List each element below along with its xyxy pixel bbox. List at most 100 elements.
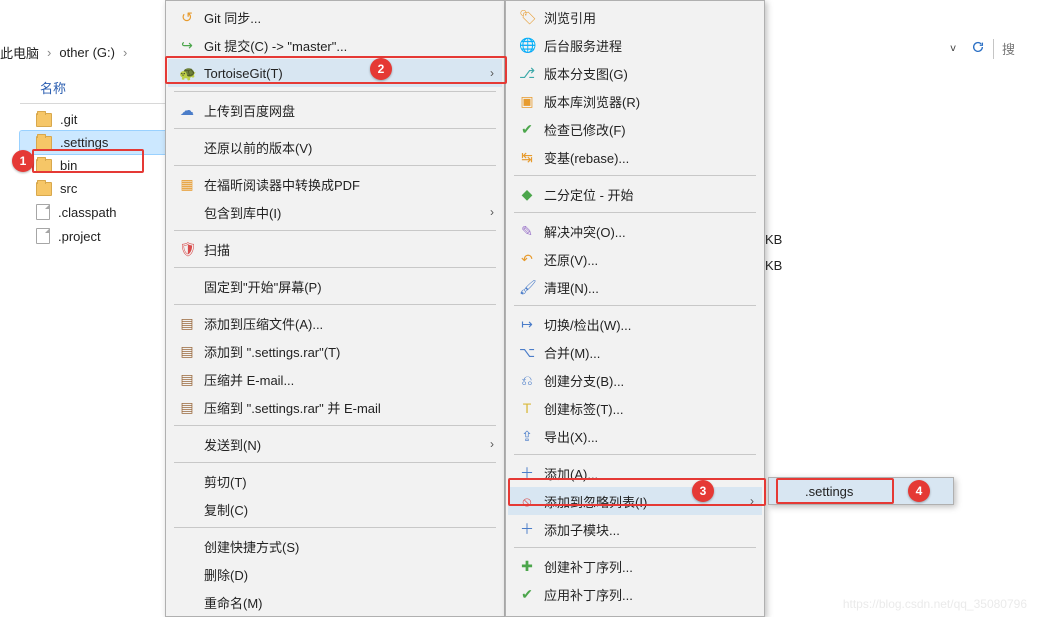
archive-icon: ▤ [176, 371, 198, 387]
menu-separator [174, 462, 496, 463]
list-item[interactable]: .project [20, 224, 170, 248]
menu-label: 切换/检出(W)... [538, 315, 734, 334]
menu-label: 扫描 [198, 240, 474, 259]
list-item[interactable]: bin [20, 154, 170, 177]
list-item[interactable]: src [20, 177, 170, 200]
menu-item-daemon[interactable]: 🌐 后台服务进程 [508, 31, 762, 59]
menu-item-pin-start[interactable]: 固定到"开始"屏幕(P) [168, 272, 502, 300]
menu-item-revision-graph[interactable]: ⎇ 版本分支图(G) [508, 59, 762, 87]
menu-label: 应用补丁序列... [538, 585, 734, 604]
pdf-icon: ▦ [176, 176, 198, 192]
menu-item-delete[interactable]: 删除(D) [168, 560, 502, 588]
chevron-right-icon: › [490, 66, 494, 80]
menu-item-foxit-pdf[interactable]: ▦ 在福昕阅读器中转换成PDF [168, 170, 502, 198]
merge-icon: ⌥ [516, 344, 538, 360]
menu-label: 添加到压缩文件(A)... [198, 314, 474, 333]
tortoisegit-submenu: 🏷 浏览引用 🌐 后台服务进程 ⎇ 版本分支图(G) ▣ 版本库浏览器(R) ✔… [505, 0, 765, 617]
menu-item-include-library[interactable]: 包含到库中(I) › [168, 198, 502, 226]
export-icon: ⇪ [516, 428, 538, 444]
menu-item-create-patch[interactable]: ✚ 创建补丁序列... [508, 552, 762, 580]
context-menu: ↺ Git 同步... ↪ Git 提交(C) -> "master"... 🐢… [165, 0, 505, 617]
menu-item-send-to[interactable]: 发送到(N) › [168, 430, 502, 458]
column-header-name[interactable]: 名称 [20, 72, 170, 103]
breadcrumb-item-drive[interactable]: other (G:) [59, 45, 115, 60]
menu-item-git-commit[interactable]: ↪ Git 提交(C) -> "master"... [168, 31, 502, 59]
menu-label: 清理(N)... [538, 278, 734, 297]
menu-item-bisect[interactable]: ◆ 二分定位 - 开始 [508, 180, 762, 208]
menu-item-tag[interactable]: T 创建标签(T)... [508, 394, 762, 422]
menu-label: 剪切(T) [198, 472, 474, 491]
menu-separator [514, 454, 756, 455]
folder-icon [36, 136, 52, 150]
list-item[interactable]: .git [20, 108, 170, 131]
ignore-icon: ⦸ [516, 493, 538, 509]
menu-item-resolve[interactable]: ✎ 解决冲突(O)... [508, 217, 762, 245]
chevron-right-icon: › [490, 437, 494, 451]
menu-item-merge[interactable]: ⌥ 合并(M)... [508, 338, 762, 366]
menu-item-repo-browser[interactable]: ▣ 版本库浏览器(R) [508, 87, 762, 115]
menu-separator [174, 425, 496, 426]
check-icon: ✔ [516, 121, 538, 137]
menu-item-browse-ref[interactable]: 🏷 浏览引用 [508, 3, 762, 31]
list-item-settings[interactable]: .settings [20, 131, 170, 154]
size-cell: KB [765, 232, 782, 247]
toolbar-divider [993, 39, 994, 59]
tag-icon: T [516, 400, 538, 416]
list-item[interactable]: .classpath [20, 200, 170, 224]
file-name: .project [58, 229, 101, 244]
file-name: bin [60, 158, 77, 173]
menu-label: Git 提交(C) -> "master"... [198, 36, 474, 55]
menu-item-cleanup[interactable]: 🖌 清理(N)... [508, 273, 762, 301]
menu-label: 固定到"开始"屏幕(P) [198, 277, 474, 296]
menu-item-copy[interactable]: 复制(C) [168, 495, 502, 523]
callout-badge-3: 3 [692, 480, 714, 502]
menu-item-check-mods[interactable]: ✔ 检查已修改(F) [508, 115, 762, 143]
panel-divider [20, 103, 170, 104]
menu-label: 创建快捷方式(S) [198, 537, 474, 556]
menu-label: 重命名(M) [198, 593, 474, 612]
menu-label: .settings [799, 484, 925, 499]
breadcrumb-item-thispc[interactable]: 此电脑 [0, 43, 39, 62]
menu-item-rar-add[interactable]: ▤ 添加到压缩文件(A)... [168, 309, 502, 337]
menu-item-rar-email[interactable]: ▤ 压缩并 E-mail... [168, 365, 502, 393]
menu-item-add-ignore[interactable]: ⦸ 添加到忽略列表(I) › [508, 487, 762, 515]
menu-label: 还原(V)... [538, 250, 734, 269]
menu-item-cut[interactable]: 剪切(T) [168, 467, 502, 495]
menu-label: 发送到(N) [198, 435, 474, 454]
menu-item-export[interactable]: ⇪ 导出(X)... [508, 422, 762, 450]
menu-item-add[interactable]: ＋ 添加(A)... [508, 459, 762, 487]
menu-item-branch[interactable]: ⎌ 创建分支(B)... [508, 366, 762, 394]
plus-icon: ＋ [516, 465, 538, 481]
menu-separator [174, 128, 496, 129]
menu-separator [174, 165, 496, 166]
menu-item-rar-named-email[interactable]: ▤ 压缩到 ".settings.rar" 并 E-mail [168, 393, 502, 421]
menu-label: 解决冲突(O)... [538, 222, 734, 241]
globe-icon: 🌐 [516, 37, 538, 53]
menu-label: 导出(X)... [538, 427, 734, 446]
menu-item-revert[interactable]: ↶ 还原(V)... [508, 245, 762, 273]
refresh-icon[interactable] [971, 40, 985, 57]
search-input[interactable]: 搜 [1002, 39, 1015, 58]
git-commit-icon: ↪ [176, 37, 198, 53]
menu-item-scan[interactable]: 🛡 扫描 [168, 235, 502, 263]
menu-label: 后台服务进程 [538, 36, 734, 55]
menu-item-submodule[interactable]: ＋ 添加子模块... [508, 515, 762, 543]
menu-separator [174, 527, 496, 528]
menu-item-rename[interactable]: 重命名(M) [168, 588, 502, 616]
watermark: https://blog.csdn.net/qq_35080796 [843, 597, 1027, 611]
archive-icon: ▤ [176, 343, 198, 359]
menu-item-tortoisegit[interactable]: 🐢 TortoiseGit(T) › [168, 59, 502, 87]
menu-item-restore-versions[interactable]: 还原以前的版本(V) [168, 133, 502, 161]
revert-icon: ↶ [516, 251, 538, 267]
chevron-down-icon[interactable]: ⅴ [943, 38, 963, 59]
menu-item-create-shortcut[interactable]: 创建快捷方式(S) [168, 532, 502, 560]
size-cell: KB [765, 258, 782, 273]
menu-item-rebase[interactable]: ↹ 变基(rebase)... [508, 143, 762, 171]
menu-item-rar-named[interactable]: ▤ 添加到 ".settings.rar"(T) [168, 337, 502, 365]
menu-separator [514, 547, 756, 548]
menu-label: 复制(C) [198, 500, 474, 519]
menu-item-apply-patch[interactable]: ✔ 应用补丁序列... [508, 580, 762, 608]
menu-item-upload-baidu[interactable]: ☁ 上传到百度网盘 [168, 96, 502, 124]
menu-item-git-sync[interactable]: ↺ Git 同步... [168, 3, 502, 31]
menu-item-switch-checkout[interactable]: ↦ 切换/检出(W)... [508, 310, 762, 338]
